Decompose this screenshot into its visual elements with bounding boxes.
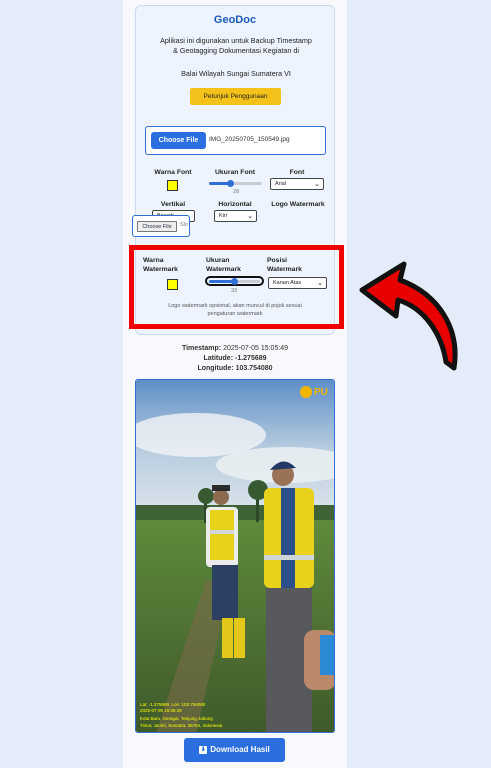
latitude-value: -1.275689 [234, 355, 267, 362]
download-icon: ⬇ [199, 745, 208, 754]
watermark-size-label-1: Ukuran [206, 257, 230, 264]
file-name: IMG_20250705_150549.jpg [209, 136, 290, 143]
watermark-color-picker[interactable] [167, 279, 178, 290]
download-label: Download Hasil [210, 745, 270, 754]
photo-preview: PU Lat: -1.275689, Lon: 103.754080 2025-… [135, 379, 335, 733]
app-description-line2: & Geotagging Dokumentasi Kegiatan di [173, 46, 299, 55]
logo-watermark-label: Logo Watermark [271, 201, 325, 208]
font-size-label: Ukuran Font [214, 169, 256, 176]
longitude-label: Longitude: [197, 365, 234, 372]
font-size-value: 28 [232, 189, 240, 195]
photo-caption-line4: Timur, Jambi, Sumatra, 36764, Indonesia [140, 723, 223, 728]
red-arrow-annotation [359, 261, 458, 371]
photo-file-input[interactable]: Choose File IMG_20250705_150549.jpg [145, 126, 326, 155]
watermark-size-value: 33 [230, 288, 238, 294]
watermark-position-label-2: Watermark [267, 266, 302, 273]
horizontal-label: Horizontal [218, 201, 252, 208]
vertical-label: Vertikal [160, 201, 186, 208]
font-size-slider-thumb[interactable] [227, 180, 234, 187]
logo-file-input[interactable]: Choose File Slo [132, 215, 190, 237]
photo-caption-line2: 2025-07-05 15:05:49 [140, 708, 182, 713]
chevron-down-icon: ⌄ [247, 213, 253, 220]
watermark-color-label-2: Watermark [143, 266, 178, 273]
font-color-picker[interactable] [167, 180, 178, 191]
font-color-label: Warna Font [154, 169, 192, 176]
choose-file-button[interactable]: Choose File [151, 132, 206, 149]
chevron-down-icon: ⌄ [314, 181, 320, 188]
latitude-label: Latitude: [203, 355, 234, 362]
watermark-note-line2: pengaturan watermark [207, 311, 263, 317]
watermark-color-label-1: Warna [143, 257, 164, 264]
photo-watermark-logo: PU [314, 387, 328, 398]
watermark-size-slider[interactable] [209, 278, 260, 285]
photo-caption-line1: Lat: -1.275689, Lon: 103.754080 [140, 702, 206, 707]
photo-caption-line3: Kota Baru, Geragai, Tanjung Jabung [140, 716, 213, 721]
latitude-info: Latitude: -1.275689 [135, 355, 335, 362]
watermark-size-slider-thumb[interactable] [231, 278, 238, 285]
watermark-position-select[interactable]: Kanan Atas ⌄ [268, 277, 327, 289]
watermark-position-label-1: Posisi [267, 257, 288, 264]
field-photo-image: PU Lat: -1.275689, Lon: 103.754080 2025-… [136, 380, 334, 732]
longitude-info: Longitude: 103.754080 [135, 365, 335, 372]
download-button[interactable]: ⬇ Download Hasil [184, 738, 285, 762]
watermark-size-label-2: Watermark [206, 266, 241, 273]
watermark-position-value: Kanan Atas [273, 280, 302, 286]
logo-choose-file-button[interactable]: Choose File [137, 221, 177, 232]
logo-file-status: Slo [180, 222, 188, 228]
font-size-slider[interactable] [209, 180, 262, 187]
app-description-line3: Balai Wilayah Sungai Sumatera VI [181, 69, 291, 78]
app-title: GeoDoc [213, 14, 257, 26]
timestamp-info: Timestamp: 2025-07-05 15:05:49 [135, 345, 335, 352]
watermark-note: Logo watermark opsional, akan muncul di … [150, 302, 320, 318]
horizontal-select-value: Kiri [219, 213, 227, 219]
font-select-value: Arial [275, 181, 287, 187]
guide-button[interactable]: Petunjuk Penggunaan [190, 88, 281, 105]
font-select[interactable]: Arial ⌄ [270, 178, 324, 190]
longitude-value: 103.754080 [235, 365, 273, 372]
font-label: Font [289, 169, 305, 176]
timestamp-value: 2025-07-05 15:05:49 [223, 345, 289, 352]
timestamp-label: Timestamp: [181, 345, 222, 352]
app-description-line1: Aplikasi ini digunakan untuk Backup Time… [160, 36, 312, 45]
horizontal-select[interactable]: Kiri ⌄ [214, 210, 257, 222]
watermark-note-line1: Logo watermark opsional, akan muncul di … [168, 303, 302, 309]
chevron-down-icon: ⌄ [317, 280, 323, 287]
